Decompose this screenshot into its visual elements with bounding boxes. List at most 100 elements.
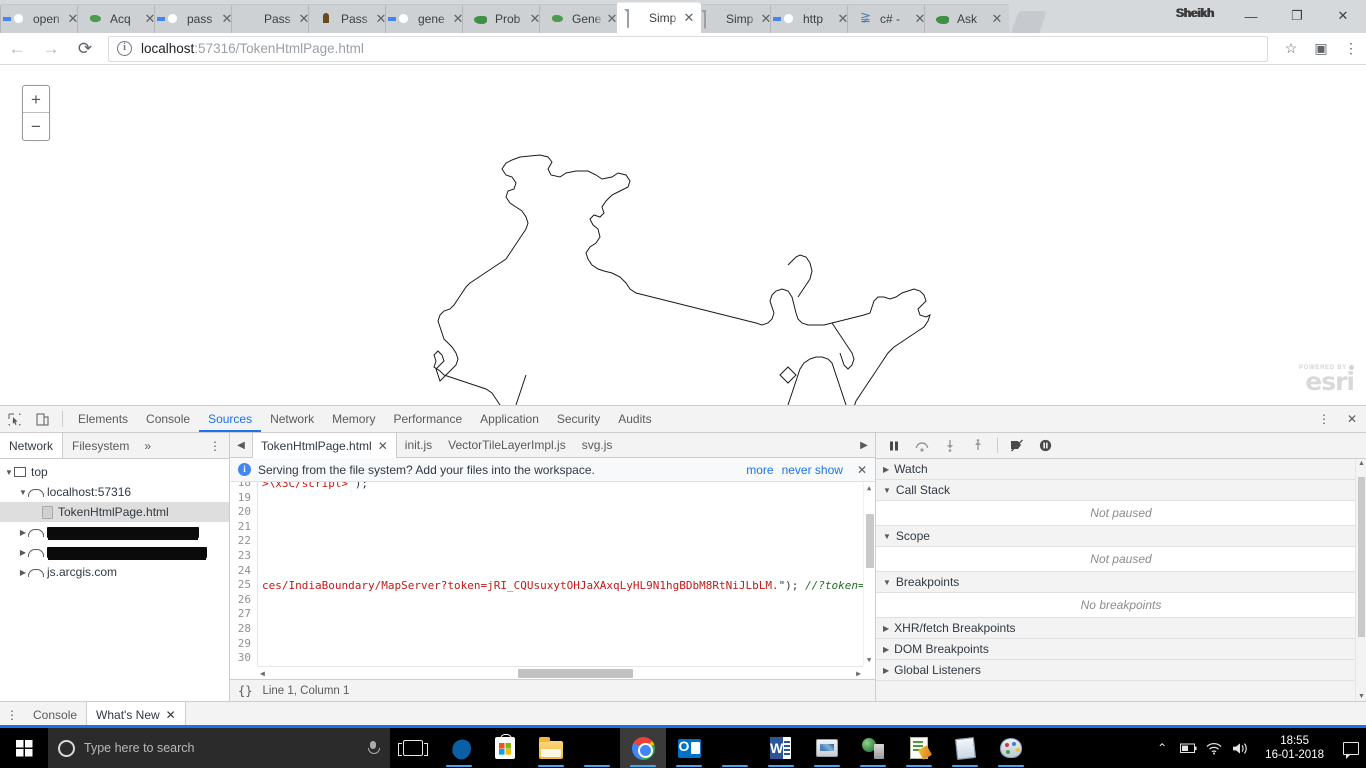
section-twisty-icon[interactable]: ▼ <box>883 578 891 587</box>
bookmark-star-icon[interactable]: ☆ <box>1276 34 1306 64</box>
devtools-tab-application[interactable]: Application <box>471 406 548 432</box>
taskbar-notepad-app[interactable] <box>896 728 942 768</box>
address-bar[interactable]: i localhost:57316/TokenHtmlPage.html <box>108 35 1268 62</box>
taskbar-microsoft-outlook[interactable] <box>666 728 712 768</box>
browser-tab[interactable]: pass ✕ <box>154 4 239 33</box>
file-tree-row[interactable]: ▼ localhost:57316 <box>0 482 229 502</box>
taskbar-book-app[interactable] <box>942 728 988 768</box>
scroll-down-icon[interactable]: ▼ <box>867 656 871 664</box>
browser-tab-close-icon[interactable]: ✕ <box>681 10 697 26</box>
section-twisty-icon[interactable]: ▼ <box>883 532 891 541</box>
taskbar-monitor-app[interactable] <box>804 728 850 768</box>
scroll-up-icon[interactable]: ▲ <box>867 484 871 492</box>
browser-tab[interactable]: Ask ✕ <box>924 4 1009 33</box>
editor-tab[interactable]: svg.js <box>574 433 621 457</box>
line-number[interactable]: 22 <box>230 534 258 549</box>
navigator-more-menu-icon[interactable]: ⋮ <box>209 440 221 452</box>
tree-twisty-icon[interactable]: ▶ <box>18 548 28 557</box>
line-number[interactable]: 25 <box>230 578 258 593</box>
microphone-icon[interactable] <box>366 740 380 756</box>
section-twisty-icon[interactable]: ▶ <box>883 624 889 633</box>
devtools-tab-sources[interactable]: Sources <box>199 406 261 432</box>
browser-tab[interactable]: open ✕ <box>0 4 85 33</box>
editor-scroll-left-icon[interactable]: ◀ <box>230 433 252 457</box>
code-view[interactable]: 18 >\x3C/script>"); 19 20 21 22 23 24 25 ces/Indi… <box>230 482 875 679</box>
pause-script-execution-button[interactable] <box>881 434 907 458</box>
device-toolbar-icon[interactable] <box>28 406 56 432</box>
devtools-tab-network[interactable]: Network <box>261 406 323 432</box>
tree-twisty-icon[interactable]: ▼ <box>18 488 28 497</box>
taskbar-microsoft-word[interactable] <box>758 728 804 768</box>
code-vertical-scrollbar[interactable]: ▲ ▼ <box>863 482 875 666</box>
devtools-tab-security[interactable]: Security <box>548 406 609 432</box>
debugger-section-header[interactable]: ▶ DOM Breakpoints <box>876 639 1366 660</box>
line-number[interactable]: 20 <box>230 505 258 520</box>
devtools-tab-memory[interactable]: Memory <box>323 406 384 432</box>
taskbar-search-box[interactable]: Type here to search <box>48 728 390 768</box>
browser-tab[interactable]: Acq ✕ <box>77 4 162 33</box>
new-tab-button[interactable] <box>1011 11 1047 33</box>
line-number[interactable]: 24 <box>230 563 258 579</box>
browser-tab[interactable]: c# - ✕ <box>847 4 932 33</box>
line-number[interactable]: 27 <box>230 607 258 622</box>
taskbar-visual-studio[interactable] <box>712 728 758 768</box>
editor-tab-close-icon[interactable]: ✕ <box>378 439 388 453</box>
volume-icon[interactable] <box>1227 728 1253 768</box>
debugger-scrollbar[interactable]: ▲ ▼ <box>1355 459 1366 701</box>
step-over-button[interactable] <box>909 434 935 458</box>
vertical-scroll-thumb[interactable] <box>866 514 874 568</box>
devtools-tab-audits[interactable]: Audits <box>609 406 660 432</box>
back-button[interactable]: ← <box>0 34 34 64</box>
tree-twisty-icon[interactable]: ▶ <box>18 568 28 577</box>
debugger-scroll-up-icon[interactable]: ▲ <box>1358 460 1365 467</box>
cortana-icon[interactable] <box>58 739 75 757</box>
tree-twisty-icon[interactable]: ▼ <box>4 468 14 477</box>
taskbar-microsoft-edge[interactable] <box>436 728 482 768</box>
deactivate-breakpoints-button[interactable] <box>1004 434 1030 458</box>
start-button[interactable] <box>0 728 48 768</box>
file-tree-row[interactable]: ▼ top <box>0 462 229 482</box>
line-number[interactable]: 18 <box>230 482 258 491</box>
code-horizontal-scrollbar[interactable]: ◀ ▶ <box>258 666 863 679</box>
browser-tab[interactable]: Prob ✕ <box>462 4 547 33</box>
taskbar-task-view[interactable] <box>390 728 436 768</box>
browser-tab[interactable]: http ✕ <box>770 4 855 33</box>
devtools-tab-console[interactable]: Console <box>137 406 199 432</box>
close-window-button[interactable]: ✕ <box>1320 0 1366 32</box>
devtools-tab-performance[interactable]: Performance <box>384 406 471 432</box>
taskbar-google-chrome[interactable] <box>620 728 666 768</box>
file-tree-row[interactable]: ▶ js.arcgis.com <box>0 562 229 582</box>
scroll-right-icon[interactable]: ▶ <box>856 669 861 678</box>
extension-icon[interactable]: ▣ <box>1306 34 1336 64</box>
forward-button[interactable]: → <box>34 34 68 64</box>
navigator-tab-filesystem[interactable]: Filesystem <box>63 433 138 458</box>
drawer-tab-close-icon[interactable]: ✕ <box>166 708 176 722</box>
debugger-section-header[interactable]: ▼ Breakpoints <box>876 572 1366 593</box>
devtools-more-menu-icon[interactable]: ⋮ <box>1310 406 1338 432</box>
file-tree-row[interactable]: TokenHtmlPage.html <box>0 502 229 522</box>
navigator-overflow-icon[interactable]: » <box>138 433 157 458</box>
tray-chevron-icon[interactable]: ⌃ <box>1149 728 1175 768</box>
editor-tab[interactable]: VectorTileLayerImpl.js <box>440 433 574 457</box>
minimize-button[interactable]: — <box>1228 0 1274 32</box>
infobar-close-icon[interactable]: ✕ <box>851 463 867 477</box>
taskbar-arcgis-server[interactable] <box>850 728 896 768</box>
line-number[interactable]: 19 <box>230 490 258 506</box>
line-number[interactable]: 23 <box>230 548 258 564</box>
line-number[interactable]: 21 <box>230 519 258 535</box>
info-icon[interactable]: i <box>117 41 132 56</box>
india-boundary-map[interactable] <box>0 65 1366 405</box>
editor-tab[interactable]: TokenHtmlPage.html ✕ <box>252 433 397 458</box>
action-center-button[interactable] <box>1336 728 1366 768</box>
step-into-button[interactable] <box>937 434 963 458</box>
battery-icon[interactable] <box>1175 728 1201 768</box>
browser-tab[interactable]: gene ✕ <box>385 4 470 33</box>
line-number[interactable]: 26 <box>230 592 258 608</box>
reload-button[interactable]: ⟳ <box>68 34 102 64</box>
chrome-menu-icon[interactable]: ⋮ <box>1336 34 1366 64</box>
section-twisty-icon[interactable]: ▶ <box>883 465 889 474</box>
infobar-more-link[interactable]: more <box>746 463 773 477</box>
debugger-scroll-down-icon[interactable]: ▼ <box>1358 693 1365 700</box>
maximize-button[interactable]: ❐ <box>1274 0 1320 32</box>
file-tree-row[interactable]: ▶ <box>0 542 229 562</box>
